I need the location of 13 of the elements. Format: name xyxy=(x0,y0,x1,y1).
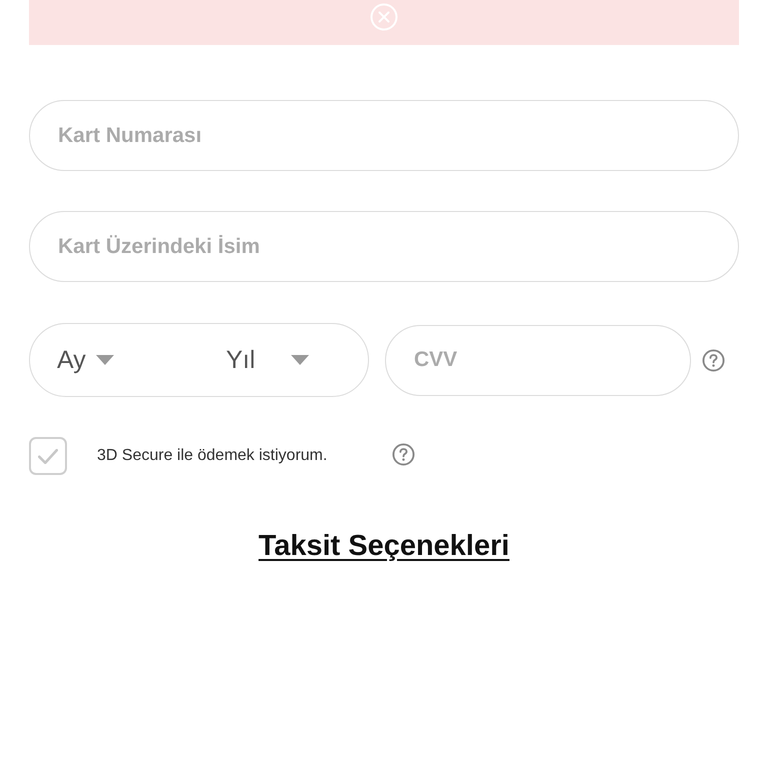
cardholder-name-field[interactable]: Kart Üzerindeki İsim xyxy=(29,211,739,282)
year-dropdown[interactable]: Yıl xyxy=(226,345,310,375)
secure-label: 3D Secure ile ödemek istiyorum. xyxy=(97,447,328,465)
installment-options-link[interactable]: Taksit Seçenekleri xyxy=(258,530,510,563)
secure-checkbox[interactable] xyxy=(29,437,67,475)
caret-icon xyxy=(291,355,310,365)
card-number-field[interactable]: Kart Numarası xyxy=(29,100,739,171)
caret-icon xyxy=(96,355,114,365)
help-icon[interactable] xyxy=(702,348,725,372)
month-dropdown[interactable]: Ay xyxy=(57,345,226,375)
cvv-field[interactable]: CVV xyxy=(385,324,691,396)
check-icon xyxy=(38,448,58,464)
help-icon[interactable] xyxy=(392,442,415,466)
